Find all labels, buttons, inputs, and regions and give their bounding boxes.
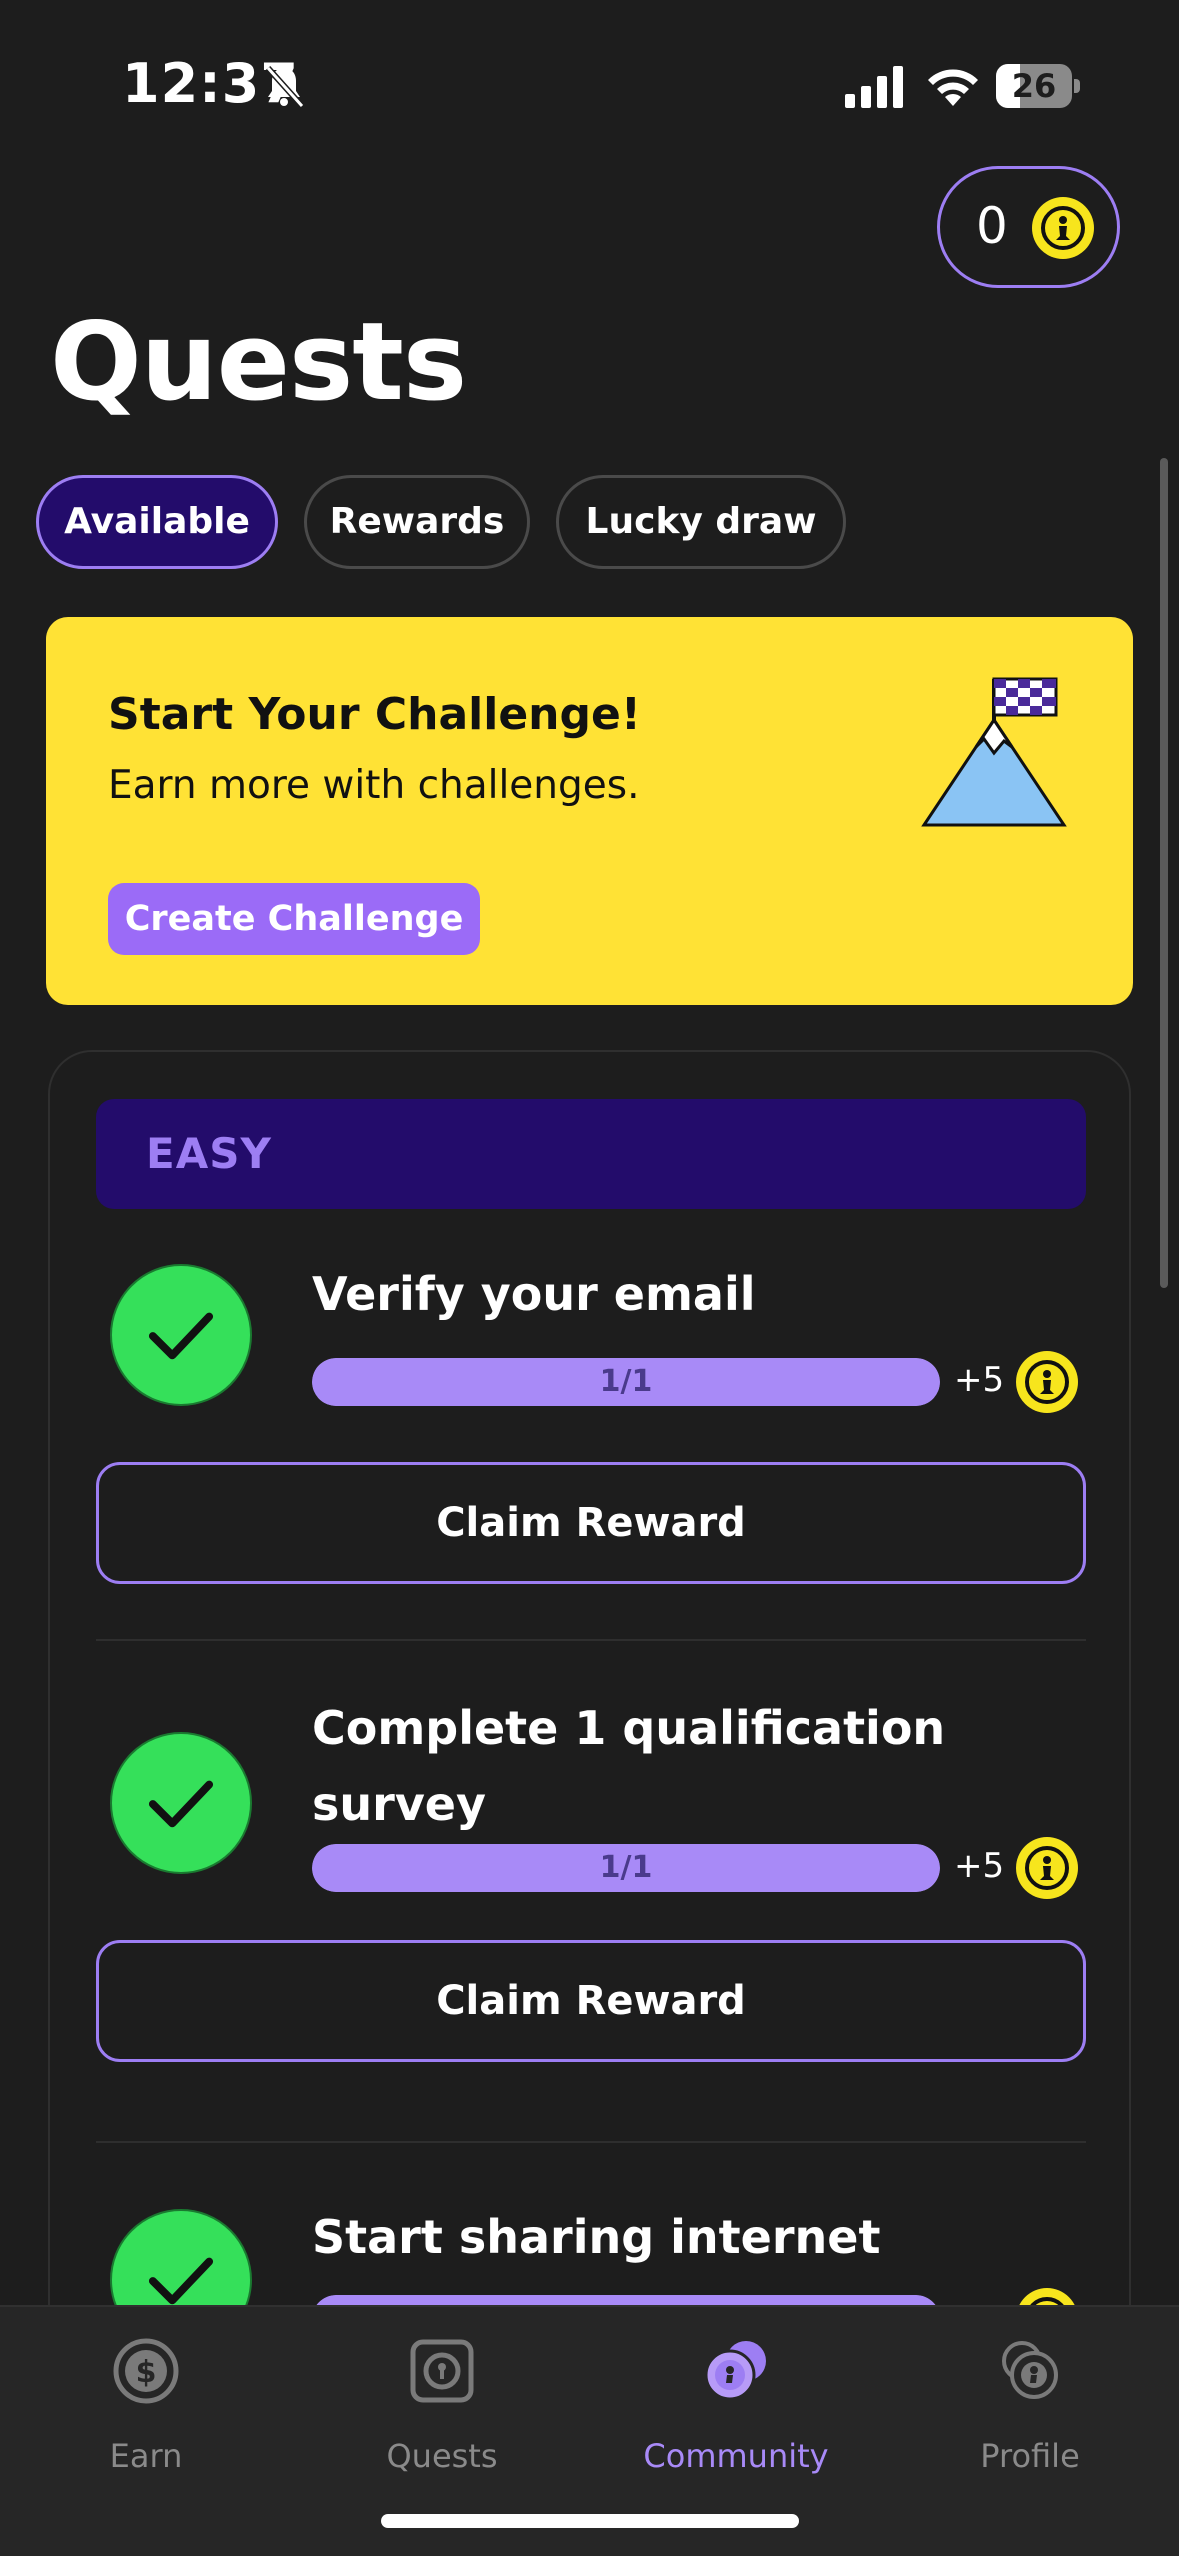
reward-amount: +5 — [954, 1846, 1005, 1886]
balance-value: 0 — [976, 197, 1008, 255]
safe-lock-icon — [410, 2339, 474, 2403]
check-circle-icon — [110, 1732, 252, 1874]
nav-community[interactable]: Community — [626, 2327, 846, 2477]
check-circle-icon — [110, 1264, 252, 1406]
wifi-icon — [928, 69, 978, 106]
quest-progress-bar: 1/1 — [312, 1844, 940, 1892]
mountain-flag-icon — [921, 677, 1067, 827]
progress-label: 1/1 — [599, 1364, 653, 1399]
dollar-coin-icon: $ — [113, 2338, 179, 2404]
reward-amount: +5 — [954, 1360, 1005, 1400]
bell-muted-icon — [265, 65, 305, 109]
challenge-card: Start Your Challenge! Earn more with cha… — [46, 617, 1133, 1005]
nav-profile-label: Profile — [980, 2437, 1080, 2475]
quest-progress-bar: 1/1 — [312, 1358, 940, 1406]
quest-title: Complete 1 qualification survey — [312, 1701, 946, 1831]
challenge-subtitle: Earn more with challenges. — [108, 763, 640, 808]
quest-title: Verify your email — [312, 1267, 756, 1321]
svg-text:$: $ — [136, 2355, 157, 2390]
nav-earn-label: Earn — [109, 2437, 183, 2475]
community-coins-icon — [704, 2341, 766, 2401]
cellular-signal-icon — [845, 66, 903, 108]
difficulty-header: EASY — [96, 1099, 1086, 1209]
battery-icon: 26 — [996, 64, 1080, 108]
claim-reward-button[interactable]: Claim Reward — [96, 1462, 1086, 1584]
tab-available[interactable]: Available — [36, 475, 278, 569]
profile-coins-icon — [1002, 2341, 1058, 2399]
scrollbar[interactable] — [1160, 458, 1168, 1288]
nav-community-label: Community — [643, 2437, 829, 2475]
home-indicator[interactable] — [381, 2514, 799, 2528]
coin-balance[interactable]: 0 — [937, 166, 1120, 288]
create-challenge-button[interactable]: Create Challenge — [108, 883, 480, 955]
quest-title: Start sharing internet — [312, 2210, 881, 2264]
nav-quests-label: Quests — [386, 2437, 498, 2475]
tab-rewards[interactable]: Rewards — [304, 475, 530, 569]
progress-label: 1/1 — [599, 1850, 653, 1885]
battery-level: 26 — [1011, 67, 1057, 105]
coin-icon — [1016, 1351, 1078, 1413]
difficulty-label: EASY — [146, 1129, 272, 1178]
quest-item: Complete 1 qualification survey 1/1 +5 C… — [50, 1701, 1129, 2152]
page-title: Quests — [50, 300, 467, 425]
quest-list-card: EASY Verify your email 1/1 +5 Claim Rewa… — [48, 1050, 1131, 2450]
status-bar: 12:37 26 — [0, 0, 1179, 180]
claim-reward-button[interactable]: Claim Reward — [96, 1940, 1086, 2062]
nav-quests[interactable]: Quests — [332, 2327, 552, 2477]
nav-earn[interactable]: $ Earn — [36, 2327, 256, 2477]
divider — [96, 1639, 1086, 1641]
quest-item: Verify your email 1/1 +5 Claim Reward — [50, 1264, 1129, 1654]
coin-icon — [1016, 1837, 1078, 1899]
tab-lucky-draw[interactable]: Lucky draw — [556, 475, 846, 569]
divider — [96, 2141, 1086, 2143]
challenge-title: Start Your Challenge! — [108, 689, 641, 740]
nav-profile[interactable]: Profile — [920, 2327, 1140, 2477]
coin-icon — [1032, 197, 1094, 259]
